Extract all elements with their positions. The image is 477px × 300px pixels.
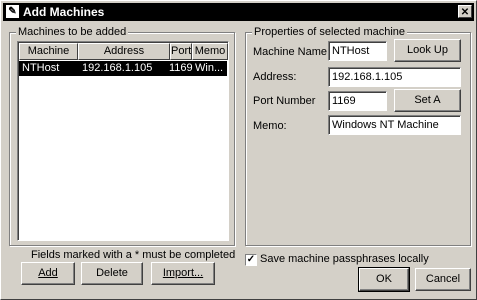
delete-button[interactable]: Delete (81, 262, 143, 285)
memo-label: Memo: (253, 120, 287, 132)
properties-group: Properties of selected machine (245, 26, 471, 246)
cancel-button-label: Cancel (425, 273, 461, 285)
ok-button[interactable]: OK (358, 267, 410, 292)
machine-name-label: Machine Name (253, 46, 327, 58)
required-fields-note: Fields marked with a * must be completed (31, 249, 236, 261)
properties-group-legend: Properties of selected machine (252, 26, 408, 38)
save-passphrases-checkbox[interactable]: ✓ (245, 254, 257, 266)
cell-machine: NTHost (22, 62, 60, 74)
lookup-button-label: Look Up (407, 44, 448, 56)
lookup-button[interactable]: Look Up (394, 39, 461, 62)
close-button[interactable]: ✕ (458, 5, 472, 18)
column-header-memo[interactable]: Memo (192, 43, 228, 60)
import-button[interactable]: Import... (151, 262, 215, 285)
cell-memo: Win... (195, 62, 224, 74)
ok-button-label: OK (376, 273, 392, 285)
add-machines-dialog: ✎ Add Machines ✕ Machines to be added Ma… (0, 0, 477, 300)
set-button[interactable]: Set A (394, 89, 461, 112)
machines-list[interactable]: Machine Address Port Memo NTHost 192.168… (17, 41, 229, 241)
cell-port: 1169 (169, 62, 193, 74)
add-button[interactable]: Add (21, 262, 75, 285)
title-bar[interactable]: ✎ Add Machines ✕ (3, 3, 474, 21)
cancel-button[interactable]: Cancel (415, 268, 471, 291)
window-title: Add Machines (23, 5, 105, 19)
machines-group-legend: Machines to be added (16, 26, 129, 38)
delete-button-label: Delete (96, 267, 128, 279)
checkmark-icon: ✓ (246, 254, 256, 265)
cell-address: 192.168.1.105 (82, 62, 153, 74)
address-input[interactable]: 192.168.1.105 (328, 67, 461, 87)
column-header-port[interactable]: Port (170, 43, 192, 60)
port-number-input[interactable]: 1169 (328, 91, 387, 111)
app-icon: ✎ (6, 5, 19, 18)
machine-name-input[interactable]: NTHost (328, 41, 387, 61)
save-passphrases-label[interactable]: Save machine passphrases locally (260, 253, 429, 265)
address-label: Address: (253, 71, 297, 83)
column-header-address[interactable]: Address (78, 43, 170, 60)
set-button-label: Set A (414, 94, 441, 106)
table-row[interactable]: NTHost 192.168.1.105 1169 Win... (19, 61, 227, 76)
add-button-label: Add (38, 267, 58, 279)
column-header-machine[interactable]: Machine (19, 43, 78, 60)
import-button-label: Import... (162, 267, 204, 279)
memo-input[interactable]: Windows NT Machine (328, 115, 461, 135)
port-number-label: Port Number (253, 95, 316, 107)
close-icon: ✕ (460, 7, 470, 18)
